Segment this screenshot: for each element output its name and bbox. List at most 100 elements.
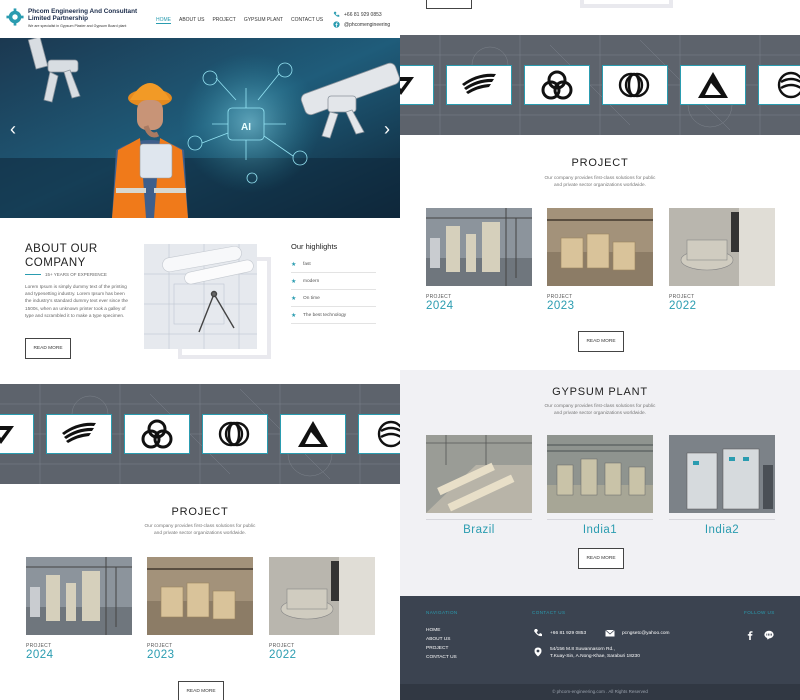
- hero-image: AI: [0, 38, 400, 218]
- footer-nav-heading: NAVIGATION: [426, 610, 458, 615]
- facebook-icon: [333, 21, 340, 28]
- highlights-title: Our highlights: [291, 242, 338, 251]
- footer-address-line-1: 54/156 M.8 Suwannasorn Rd.,: [550, 647, 615, 652]
- plant-name: India2: [704, 524, 740, 536]
- plant-divider: [669, 519, 775, 520]
- footer-email[interactable]: pcngsetc@yahoo.com: [622, 630, 670, 637]
- project-year: 2024: [426, 300, 454, 312]
- about-body-text: Lorem Ipsum is simply dummy text of the …: [25, 284, 129, 318]
- prev-image-frame: [580, 0, 673, 8]
- project-subtitle: Our company provides first-class solutio…: [400, 175, 800, 189]
- nav-item-about-us[interactable]: ABOUT US: [179, 17, 204, 24]
- mail-icon: [605, 629, 615, 637]
- project-card-2022[interactable]: PROJECT 2022: [669, 208, 775, 312]
- partner-logos-band: [0, 384, 400, 484]
- triangle-logo-icon: [298, 421, 328, 447]
- project-card-2023[interactable]: PROJECT 2023: [147, 557, 253, 661]
- footer-link-about-us[interactable]: ABOUT US: [426, 635, 457, 644]
- prev-read-more-button[interactable]: [426, 0, 472, 9]
- partner-logo-5[interactable]: [280, 414, 346, 454]
- partner-logo-1[interactable]: [400, 65, 434, 105]
- project-read-more-button[interactable]: READ MORE: [178, 681, 224, 700]
- partner-logo-4[interactable]: [202, 414, 268, 454]
- rings-logo-icon: [618, 72, 650, 98]
- hero-slider[interactable]: AI ‹ ›: [0, 38, 400, 218]
- rings-logo-icon: [218, 421, 250, 447]
- nav-item-gypsum-plant[interactable]: GYPSUM PLANT: [244, 17, 283, 24]
- footer-address-line-2: T.Kuay-Sin, A.Nong-Khae, Saraburi 18230: [550, 654, 640, 659]
- project-image: [669, 208, 775, 286]
- facebook-icon[interactable]: [745, 630, 755, 640]
- gypsum-plant-section: GYPSUM PLANT Our company provides first-…: [400, 370, 800, 596]
- star-icon: ★: [291, 261, 297, 268]
- project-subtitle-line-2: and private sector organizations worldwi…: [554, 183, 646, 188]
- partner-logos-band: [400, 35, 800, 135]
- partner-logo-6[interactable]: [758, 65, 800, 105]
- about-read-more-button[interactable]: READ MORE: [25, 338, 71, 359]
- footer-link-home[interactable]: HOME: [426, 626, 457, 635]
- plant-image: [547, 435, 653, 513]
- trefoil-logo-icon: [141, 419, 173, 449]
- star-icon: ★: [291, 278, 297, 285]
- brand-tagline: We are specialist in Gypsum Plaster and …: [28, 24, 127, 28]
- partner-logo-6[interactable]: [358, 414, 400, 454]
- project-year: 2023: [547, 300, 575, 312]
- project-card-2024[interactable]: PROJECT 2024: [426, 208, 532, 312]
- plant-card-india1[interactable]: India1: [547, 435, 653, 536]
- project-subtitle: Our company provides first-class solutio…: [0, 523, 400, 537]
- project-subtitle-line-1: Our company provides first-class solutio…: [544, 176, 656, 181]
- plant-card-brazil[interactable]: Brazil: [426, 435, 532, 536]
- project-subtitle-line-2: and private sector organizations worldwi…: [154, 531, 246, 536]
- slider-prev-button[interactable]: ‹: [6, 120, 20, 138]
- plant-image: [426, 435, 532, 513]
- chevron-mark-logo-icon: [400, 77, 414, 95]
- project-subtitle-line-1: Our company provides first-class solutio…: [144, 524, 256, 529]
- plant-card-india2[interactable]: India2: [669, 435, 775, 536]
- project-title: PROJECT: [171, 506, 229, 518]
- partner-logo-2[interactable]: [46, 414, 112, 454]
- gypsum-plant-subtitle-line-1: Our company provides first-class solutio…: [544, 404, 656, 409]
- footer-follow-heading: FOLLOW US: [744, 610, 775, 615]
- highlights-list: ★ fast ★ modern ★ On time ★ The best tec…: [291, 256, 376, 324]
- highlight-item: ★ modern: [291, 273, 376, 290]
- header-phone[interactable]: +66 81 929 0853: [333, 11, 382, 18]
- main-nav: HOME ABOUT US PROJECT GYPSUM PLANT CONTA…: [156, 17, 323, 24]
- site-footer: NAVIGATION HOME ABOUT US PROJECT CONTACT…: [400, 596, 800, 684]
- swirl-logo-icon: [377, 420, 400, 448]
- plant-image: [669, 435, 775, 513]
- project-card-2022[interactable]: PROJECT 2022: [269, 557, 375, 661]
- nav-item-contact-us[interactable]: CONTACT US: [291, 17, 323, 24]
- partner-logo-2[interactable]: [446, 65, 512, 105]
- footer-phone[interactable]: +66 81 929 0853: [550, 630, 586, 637]
- partner-logo-3[interactable]: [124, 414, 190, 454]
- highlight-text: fast: [303, 261, 311, 267]
- highlight-item: ★ fast: [291, 256, 376, 273]
- partner-logo-1[interactable]: [0, 414, 34, 454]
- project-image: [269, 557, 375, 635]
- project-read-more-button[interactable]: READ MORE: [578, 331, 624, 352]
- slider-next-button[interactable]: ›: [380, 120, 394, 138]
- header-facebook[interactable]: @phcomengineering: [333, 21, 390, 28]
- about-title: ABOUT OUR COMPANY: [25, 243, 98, 269]
- about-experience: 15+ YEARS OF EXPERIENCE: [45, 272, 107, 277]
- footer-contact-heading: CONTACT US: [532, 610, 566, 615]
- svg-text:AI: AI: [241, 122, 251, 133]
- project-card-2024[interactable]: PROJECT 2024: [26, 557, 132, 661]
- page-right-panel: PROJECT Our company provides first-class…: [400, 0, 800, 700]
- footer-link-contact-us[interactable]: CONTACT US: [426, 653, 457, 662]
- partner-logo-5[interactable]: [680, 65, 746, 105]
- partner-logo-3[interactable]: [524, 65, 590, 105]
- nav-item-project[interactable]: PROJECT: [212, 17, 235, 24]
- striped-wing-logo-icon: [462, 73, 496, 94]
- project-title: PROJECT: [571, 157, 629, 169]
- project-card-2023[interactable]: PROJECT 2023: [547, 208, 653, 312]
- about-divider: [25, 274, 41, 275]
- nav-item-home[interactable]: HOME: [156, 17, 171, 24]
- footer-link-project[interactable]: PROJECT: [426, 644, 457, 653]
- brand-name[interactable]: Phcom Engineering And Consultant Limited…: [28, 8, 148, 22]
- line-chat-icon[interactable]: [764, 630, 774, 640]
- site-header: Phcom Engineering And Consultant Limited…: [0, 0, 400, 38]
- partner-logo-4[interactable]: [602, 65, 668, 105]
- star-icon: ★: [291, 312, 297, 319]
- gypsum-plant-read-more-button[interactable]: READ MORE: [578, 548, 624, 569]
